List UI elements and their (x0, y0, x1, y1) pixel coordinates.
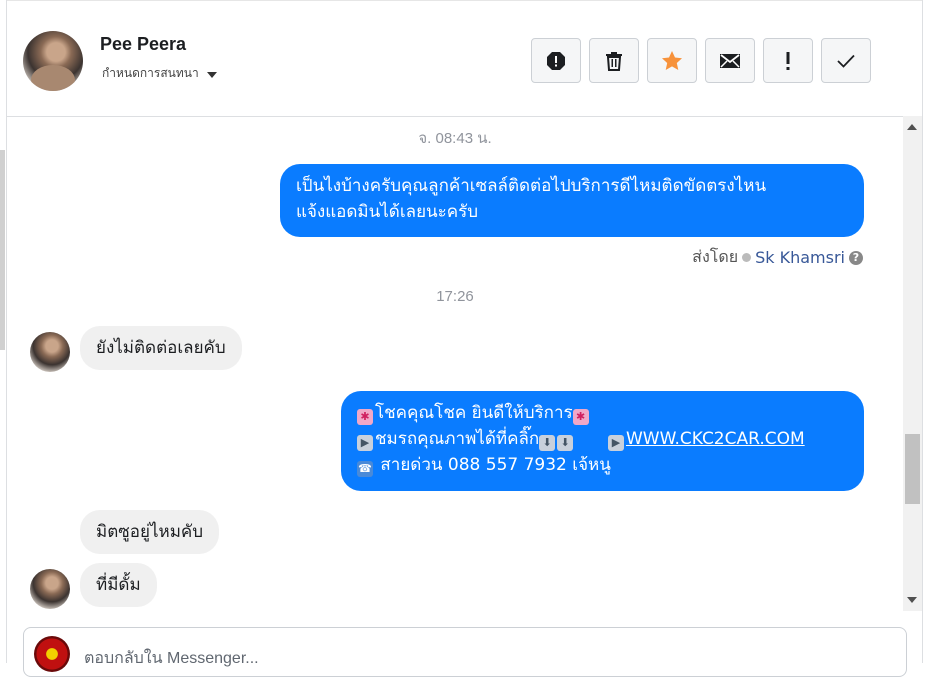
agent-status-icon (742, 253, 752, 262)
caret-down-icon (206, 71, 217, 78)
exclamation-icon (786, 51, 790, 70)
message-line: ▶ ชมรถคุณภาพได้ที่คลิ๊ก ⬇ ⬇ ▶ WWW.CKC2CAR.CO… (357, 426, 848, 452)
conversation-panel: Pee Peera กำหนดการสนทนา จ. 08:43 น. เป็น… (6, 0, 923, 677)
reply-input-placeholder[interactable]: ตอบกลับใน Messenger... (84, 646, 259, 671)
mark-unread-button[interactable] (705, 38, 755, 83)
phone-emoji-icon: ☎ (357, 461, 373, 477)
header-actions (531, 38, 871, 83)
sent-by-agent[interactable]: Sk Khamsri (755, 248, 845, 267)
thread-scrollbar[interactable] (903, 116, 922, 611)
outgoing-message[interactable]: เป็นไงบ้างครับคุณลูกค้าเซลล์ติดต่อไปบริก… (280, 164, 864, 237)
envelope-icon (720, 53, 740, 68)
spam-report-icon (547, 51, 565, 70)
star-button[interactable] (647, 38, 697, 83)
incoming-message[interactable]: ที่มีดั้ม (80, 563, 157, 607)
assign-label: กำหนดการสนทนา (102, 66, 199, 80)
message-text: ชมรถคุณภาพได้ที่คลิ๊ก (375, 429, 540, 449)
delete-button[interactable] (589, 38, 639, 83)
anger-emoji-icon: ✱ (357, 409, 373, 425)
message-text: สายด่วน 088 557 7932 เจ้หนู (380, 455, 611, 475)
reply-composer[interactable]: ตอบกลับใน Messenger... (23, 627, 907, 677)
trash-icon (606, 51, 622, 71)
scrollbar-thumb[interactable] (905, 434, 920, 504)
help-icon[interactable]: ? (849, 250, 863, 265)
checkmark-icon (837, 54, 855, 68)
message-line: แจ้งแอดมินได้เลยนะครับ (296, 202, 479, 222)
play-emoji-icon: ▶ (607, 435, 624, 451)
sent-by-label: ส่งโดย (692, 247, 739, 266)
timestamp: จ. 08:43 น. (418, 130, 492, 147)
scroll-down-icon[interactable] (907, 597, 917, 603)
website-link[interactable]: WWW.CKC2CAR.COM (626, 429, 805, 449)
mark-done-button[interactable] (821, 38, 871, 83)
assign-conversation-dropdown[interactable]: กำหนดการสนทนา (102, 64, 217, 83)
incoming-message[interactable]: ยังไม่ติดต่อเลยคับ (80, 326, 242, 370)
page-avatar (34, 636, 70, 672)
down-arrow-emoji-icon: ⬇ (539, 435, 556, 451)
down-arrow-emoji-icon: ⬇ (557, 435, 574, 451)
message-line: ☎ สายด่วน 088 557 7932 เจ้หนู (357, 452, 848, 478)
scroll-up-icon[interactable] (907, 124, 917, 130)
contact-avatar-small[interactable] (30, 569, 70, 609)
anger-emoji-icon: ✱ (572, 409, 589, 425)
follow-up-button[interactable] (763, 38, 813, 83)
star-icon (662, 51, 682, 70)
outgoing-message[interactable]: ✱ โชคคุณโชค ยินดีให้บริการ ✱ ▶ ชมรถคุณภาพได… (341, 391, 864, 491)
message-text: โชคคุณโชค ยินดีให้บริการ (375, 403, 573, 423)
play-emoji-icon: ▶ (357, 435, 373, 451)
message-line: ✱ โชคคุณโชค ยินดีให้บริการ ✱ (357, 400, 848, 426)
message-thread[interactable]: จ. 08:43 น. เป็นไงบ้างครับคุณลูกค้าเซลล์… (7, 116, 903, 611)
conversation-header: Pee Peera กำหนดการสนทนา (7, 0, 922, 117)
mark-spam-button[interactable] (531, 38, 581, 83)
incoming-message[interactable]: มิตซูอยู่ไหมคับ (80, 510, 220, 554)
left-edge-strip (0, 150, 5, 350)
timestamp: 17:26 (436, 288, 474, 305)
message-line: เป็นไงบ้างครับคุณลูกค้าเซลล์ติดต่อไปบริก… (296, 176, 767, 196)
sent-by-info: ส่งโดย Sk Khamsri ? (692, 245, 863, 270)
contact-avatar-small[interactable] (30, 332, 70, 372)
contact-avatar[interactable] (23, 31, 83, 91)
contact-name[interactable]: Pee Peera (100, 34, 186, 55)
